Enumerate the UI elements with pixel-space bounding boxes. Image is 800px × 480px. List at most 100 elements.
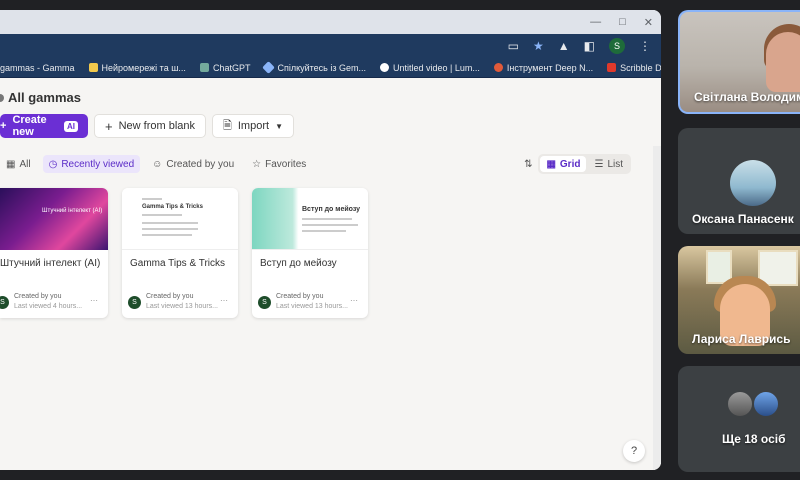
- participant-tile[interactable]: Світлана Володим: [678, 10, 800, 114]
- bookmark-item[interactable]: Інструмент Deep N...: [493, 63, 593, 73]
- avatar: S: [128, 295, 141, 309]
- participant-tile[interactable]: Лариса Лаврись: [678, 246, 800, 354]
- grid-view-button[interactable]: ▦ Grid: [540, 156, 587, 172]
- gemini-icon: [262, 61, 276, 74]
- thumbnail-line: [142, 198, 162, 200]
- bookmark-item[interactable]: Спілкуйтесь із Gem...: [262, 61, 366, 74]
- list-icon: ☰: [594, 158, 604, 170]
- bookmark-item[interactable]: Scribble Diffusion: [607, 63, 661, 73]
- avatar: [730, 160, 776, 206]
- avatar: S: [0, 295, 9, 309]
- bookmark-label: Untitled video | Lum...: [393, 62, 480, 73]
- filter-created-by-you[interactable]: ☺ Created by you: [146, 155, 240, 173]
- avatar: S: [258, 295, 271, 309]
- card-thumbnail: Gamma Tips & Tricks: [122, 188, 238, 250]
- bookmark-item[interactable]: ChatGPT: [199, 63, 250, 73]
- card-created: Created by you: [276, 293, 324, 300]
- gamma-cards: Штучний інтелект (AI) Штучний інтелект (…: [0, 188, 368, 318]
- bookmark-item[interactable]: gammas - Gamma: [0, 63, 75, 73]
- bookmark-label: Нейромережі та ш...: [101, 62, 186, 73]
- extensions-icon[interactable]: ▲: [558, 39, 570, 53]
- close-icon[interactable]: ✕: [644, 16, 653, 29]
- maximize-icon[interactable]: □: [619, 16, 626, 28]
- card-last-viewed: Last viewed 4 hours...: [14, 303, 83, 310]
- participant-name: Оксана Панасенк: [692, 212, 794, 226]
- plus-icon: +: [0, 120, 7, 132]
- participant-tile[interactable]: Оксана Панасенк: [678, 128, 800, 234]
- filter-label: Favorites: [265, 158, 307, 170]
- list-view-button[interactable]: ☰ List: [588, 156, 629, 172]
- card-created: Created by you: [146, 293, 194, 300]
- bookmark-label: Scribble Diffusion: [620, 62, 661, 73]
- clock-icon: ◷: [48, 158, 58, 170]
- filter-favorites[interactable]: ☆ Favorites: [246, 155, 312, 173]
- participant-video: [766, 32, 800, 92]
- card-created: Created by you: [14, 293, 62, 300]
- chatgpt-icon: [199, 63, 209, 72]
- more-options-icon[interactable]: ⋯: [220, 296, 228, 305]
- thumbnail-title: Вступ до мейозу: [302, 206, 361, 213]
- page-title: All gammas: [0, 90, 81, 105]
- card-meta: S Created by you Last viewed 13 hours...: [128, 292, 218, 312]
- ai-badge: AI: [64, 120, 78, 132]
- participant-name: Лариса Лаврись: [692, 332, 791, 346]
- more-options-icon[interactable]: ⋯: [350, 296, 358, 305]
- bookmark-label: Спілкуйтесь із Gem...: [277, 62, 366, 73]
- browser-toolbar: ▭ ★ ▲ ◧ S ⋮: [0, 34, 661, 58]
- gamma-card[interactable]: Gamma Tips & Tricks Gamma Tips & Tricks …: [122, 188, 238, 318]
- more-participants-tile[interactable]: Ще 18 осіб: [678, 366, 800, 472]
- sort-icon[interactable]: ⇅: [524, 159, 532, 170]
- card-title: Вступ до мейозу: [260, 258, 337, 269]
- bookmark-item[interactable]: Нейромережі та ш...: [88, 62, 186, 73]
- page-title-text: All gammas: [8, 90, 81, 105]
- card-last-viewed: Last viewed 13 hours...: [146, 303, 218, 310]
- bookmark-favicon-icon: [88, 63, 98, 72]
- thumbnail-title: Gamma Tips & Tricks: [142, 204, 203, 210]
- bookmark-star-icon[interactable]: ★: [533, 39, 544, 53]
- participant-name: Світлана Володим: [694, 90, 800, 104]
- browser-titlebar: — □ ✕: [0, 10, 661, 34]
- new-from-blank-button[interactable]: + New from blank: [94, 114, 207, 138]
- person-icon: ☺: [152, 158, 163, 170]
- thumbnail-line: [302, 218, 352, 220]
- filter-recently-viewed[interactable]: ◷ Recently viewed: [42, 155, 141, 173]
- filter-label: Created by you: [166, 158, 235, 170]
- avatar: [752, 390, 780, 418]
- view-segment: ▦ Grid ☰ List: [538, 154, 631, 174]
- browser-window: — □ ✕ ▭ ★ ▲ ◧ S ⋮ gammas - Gamma Нейроме…: [0, 10, 661, 470]
- cast-icon[interactable]: ▭: [508, 39, 519, 53]
- help-button[interactable]: ?: [623, 440, 645, 462]
- help-label: ?: [630, 445, 638, 457]
- scrollbar[interactable]: [653, 146, 661, 470]
- create-new-label: Create new: [12, 114, 47, 138]
- grid-icon: ▦: [6, 158, 16, 170]
- action-buttons: + Create new AI + New from blank 🗎 Impor…: [0, 114, 294, 138]
- sidebar-edge: [0, 93, 4, 102]
- sidepanel-icon[interactable]: ◧: [584, 39, 595, 53]
- create-new-button[interactable]: + Create new AI: [0, 114, 88, 138]
- participant-count: Ще 18 осіб: [722, 432, 786, 446]
- grid-label: Grid: [559, 158, 581, 170]
- bookmark-label: gammas - Gamma: [0, 62, 75, 73]
- import-label: Import: [237, 120, 270, 132]
- profile-avatar[interactable]: S: [609, 38, 625, 54]
- gamma-card[interactable]: Вступ до мейозу Вступ до мейозу S Create…: [252, 188, 368, 318]
- bookmark-item[interactable]: Untitled video | Lum...: [380, 63, 480, 73]
- minimize-icon[interactable]: —: [590, 16, 601, 28]
- import-button[interactable]: 🗎 Import ▼: [212, 114, 294, 138]
- thumbnail-line: [142, 234, 192, 236]
- filter-all[interactable]: ▦ All: [0, 155, 37, 173]
- screen: — □ ✕ ▭ ★ ▲ ◧ S ⋮ gammas - Gamma Нейроме…: [0, 0, 800, 480]
- gamma-app: All gammas + Create new AI + New from bl…: [0, 78, 661, 470]
- view-toggle: ⇅ ▦ Grid ☰ List: [524, 154, 631, 174]
- card-meta: S Created by you Last viewed 4 hours...: [0, 292, 82, 312]
- scribble-icon: [607, 63, 617, 72]
- new-from-blank-label: New from blank: [118, 120, 196, 132]
- thumbnail-line: [142, 222, 198, 224]
- gamma-card[interactable]: Штучний інтелект (AI) Штучний інтелект (…: [0, 188, 108, 318]
- more-options-icon[interactable]: ⋯: [90, 296, 98, 305]
- grid-icon: ▦: [546, 158, 556, 170]
- menu-dots-icon[interactable]: ⋮: [639, 39, 651, 53]
- avatar: [726, 390, 754, 418]
- thumbnail-line: [302, 224, 358, 226]
